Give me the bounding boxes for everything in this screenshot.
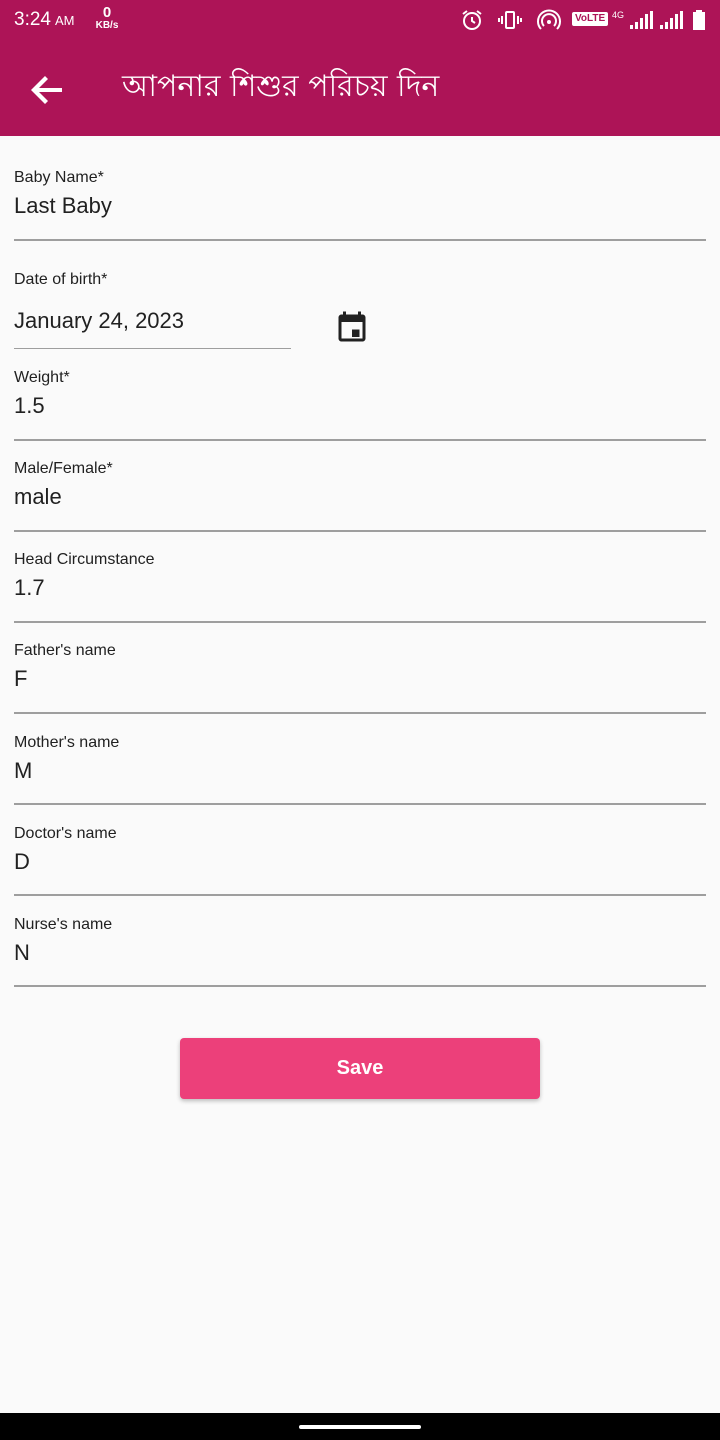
network-type: 4G [612,10,625,20]
system-nav-bar [0,1413,720,1440]
doctor-name-input[interactable]: D [14,849,706,875]
app-bar: 3:24 AM 0 KB/s VoLTE 4G আপনার শিশুর পরিচ… [0,0,720,136]
mother-name-label: Mother's name [14,734,120,751]
head-circumference-field[interactable]: Head Circumstance 1.7 [14,551,706,625]
father-name-underline [14,712,706,714]
weight-label: Weight* [14,369,70,386]
volte-badge: VoLTE [572,12,609,26]
baby-name-underline [14,239,706,241]
gender-input[interactable]: male [14,484,706,510]
network-speed-unit: KB/s [95,20,119,31]
father-name-input[interactable]: F [14,666,706,692]
dob-input[interactable]: January 24, 2023 [14,308,291,334]
father-name-field[interactable]: Father's name F [14,642,706,716]
status-bar: 3:24 AM 0 KB/s VoLTE 4G [0,0,720,42]
doctor-name-label: Doctor's name [14,825,117,842]
gender-field[interactable]: Male/Female* male [14,460,706,534]
doctor-name-field[interactable]: Doctor's name D [14,825,706,899]
doctor-name-underline [14,894,706,896]
head-circumference-underline [14,621,706,623]
status-time: 3:24 AM [14,9,74,31]
network-speed: 0 KB/s [92,5,122,31]
dob-field[interactable]: Date of birth* January 24, 2023 [14,271,291,351]
dob-label: Date of birth* [14,271,108,288]
weight-underline [14,439,706,441]
mother-name-underline [14,803,706,805]
vibrate-icon [498,11,522,29]
baby-name-input[interactable]: Last Baby [14,193,706,219]
nurse-name-label: Nurse's name [14,916,113,933]
head-circumference-input[interactable]: 1.7 [14,575,706,601]
save-button[interactable]: Save [180,1038,540,1099]
dob-underline [14,348,291,349]
home-gesture-handle[interactable] [299,1425,421,1429]
nurse-name-field[interactable]: Nurse's name N [14,916,706,990]
network-speed-value: 0 [102,4,112,21]
signal-icon [630,11,653,29]
nurse-name-underline [14,985,706,987]
mother-name-input[interactable]: M [14,758,706,784]
mother-name-field[interactable]: Mother's name M [14,734,706,808]
signal-icon [660,11,683,29]
battery-icon [693,10,705,30]
weight-input[interactable]: 1.5 [14,393,706,419]
baby-name-field[interactable]: Baby Name* Last Baby [14,169,706,243]
father-name-label: Father's name [14,642,116,659]
calendar-icon[interactable] [334,310,370,346]
weight-field[interactable]: Weight* 1.5 [14,369,706,443]
status-time-ampm: AM [54,13,75,28]
arrow-back-icon[interactable] [28,70,68,110]
nurse-name-input[interactable]: N [14,940,706,966]
gender-label: Male/Female* [14,460,113,477]
status-time-value: 3:24 [14,9,51,30]
alarm-icon [462,10,482,30]
baby-name-label: Baby Name* [14,169,104,186]
gender-underline [14,530,706,532]
head-circumference-label: Head Circumstance [14,551,155,568]
hotspot-icon [537,9,561,30]
page-title: আপনার শিশুর পরিচয় দিন [122,69,440,104]
